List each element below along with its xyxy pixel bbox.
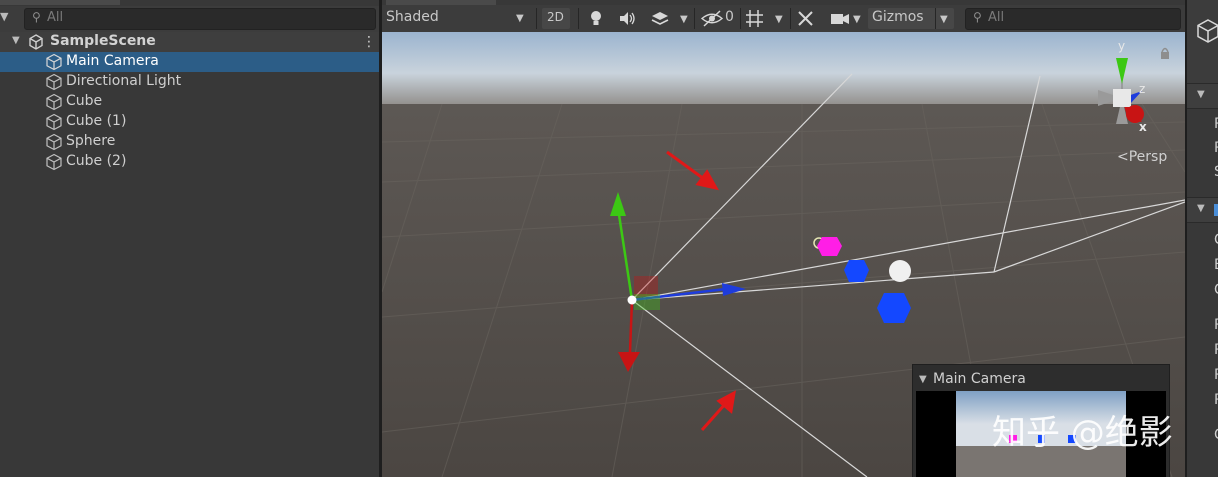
- hierarchy-item-main-camera[interactable]: Main Camera: [0, 52, 380, 72]
- gameobject-cube-icon: [46, 153, 62, 171]
- hierarchy-search-input[interactable]: ⚲ All: [24, 8, 376, 30]
- scene-view: Shaded ▼ 2D ▼ 0 ▼ ▼ Gizmos ▼ ⚲ All y z x…: [382, 0, 1185, 477]
- toggle-2d-button[interactable]: 2D: [542, 8, 570, 29]
- toggle-2d-label: 2D: [547, 10, 564, 24]
- hierarchy-item-label: Sphere: [66, 133, 116, 149]
- scene-toolbar: Shaded ▼ 2D ▼ 0 ▼ ▼ Gizmos ▼ ⚲ All: [382, 5, 1185, 32]
- inspector-field-label: P: [1214, 317, 1218, 333]
- hierarchy-item-label: Directional Light: [66, 73, 182, 89]
- grid-snap-icon[interactable]: [744, 8, 766, 29]
- tools-wrench-icon[interactable]: [795, 8, 817, 29]
- inspector-field-label: P: [1214, 140, 1218, 156]
- search-icon: ⚲: [32, 10, 41, 24]
- gameobject-cube-icon: [46, 113, 62, 131]
- inspector-field-label: C: [1214, 427, 1218, 443]
- scene-search-input[interactable]: ⚲ All: [965, 8, 1181, 30]
- toolbar-divider: [694, 8, 695, 29]
- skybox: [382, 32, 1185, 107]
- search-placeholder: All: [47, 10, 64, 25]
- draw-mode-label: Shaded: [386, 9, 439, 25]
- hierarchy-item-label: Cube (1): [66, 113, 127, 129]
- camera-component-icon: [1214, 204, 1218, 216]
- inspector-panel: ▼ P P S ▼ C E C P P P P C: [1185, 0, 1218, 477]
- camera-preview-title: Main Camera: [933, 371, 1026, 387]
- inspector-field-label: C: [1214, 282, 1218, 298]
- inspector-field-label: P: [1214, 367, 1218, 383]
- axis-y-label: y: [1118, 39, 1126, 53]
- gameobject-cube-icon: [46, 133, 62, 151]
- inspector-field-label: C: [1214, 232, 1218, 248]
- camera-section-header[interactable]: ▼: [1187, 197, 1218, 223]
- inspector-field-label: S: [1214, 164, 1218, 180]
- inspector-header: [1187, 0, 1218, 83]
- hierarchy-item-label: Cube (2): [66, 153, 127, 169]
- hierarchy-item-label: Main Camera: [66, 53, 159, 69]
- toolbar-divider: [740, 8, 741, 29]
- axis-z-label: z: [1139, 82, 1146, 96]
- hierarchy-item-cube[interactable]: Cube: [0, 92, 380, 112]
- gameobject-cube-icon: [46, 93, 62, 111]
- scene-menu-icon[interactable]: ⋮: [362, 34, 376, 50]
- cube-magenta: [817, 237, 842, 256]
- cube-blue-small: [844, 260, 869, 282]
- hierarchy-item-cube-2[interactable]: Cube (2): [0, 152, 380, 172]
- scene-name: SampleScene: [50, 33, 156, 49]
- grid-dropdown-icon[interactable]: ▼: [775, 14, 783, 25]
- inspector-field-label: P: [1214, 116, 1218, 132]
- create-dropdown-caret-icon[interactable]: ▼: [0, 10, 12, 28]
- toolbar-divider: [935, 8, 936, 29]
- gameobject-cube-icon: [46, 73, 62, 91]
- cube-blue-large: [877, 293, 911, 323]
- search-placeholder: All: [988, 10, 1005, 25]
- unity-scene-icon: [29, 34, 43, 50]
- transform-section-header[interactable]: ▼: [1187, 83, 1218, 109]
- camera-dropdown-icon[interactable]: ▼: [853, 14, 861, 25]
- hidden-count: 0: [725, 9, 734, 25]
- gizmos-label: Gizmos: [872, 9, 924, 25]
- hierarchy-item-directional-light[interactable]: Directional Light: [0, 72, 380, 92]
- toolbar-divider: [536, 8, 537, 29]
- projection-toggle[interactable]: <Persp: [1117, 149, 1167, 165]
- hierarchy-item-label: Cube: [66, 93, 103, 109]
- chevron-down-icon: ▼: [516, 13, 524, 24]
- hierarchy-item-cube-1[interactable]: Cube (1): [0, 112, 380, 132]
- fold-arrow-icon[interactable]: ▼: [1197, 203, 1205, 214]
- camera-icon[interactable]: [829, 8, 851, 29]
- toolbar-divider: [578, 8, 579, 29]
- draw-mode-dropdown[interactable]: Shaded ▼: [382, 8, 530, 29]
- inspector-field-label: P: [1214, 342, 1218, 358]
- search-icon: ⚲: [973, 10, 982, 24]
- effects-layers-icon[interactable]: [649, 8, 671, 29]
- axis-x-label: x: [1139, 120, 1147, 134]
- inspector-field-label: E: [1214, 257, 1218, 273]
- audio-speaker-icon[interactable]: [617, 8, 637, 29]
- effects-dropdown-icon[interactable]: ▼: [680, 14, 688, 25]
- fold-arrow-icon[interactable]: ▼: [919, 374, 927, 385]
- fold-arrow-icon[interactable]: ▼: [1197, 89, 1205, 100]
- toolbar-divider: [790, 8, 791, 29]
- hierarchy-tab[interactable]: [0, 0, 120, 5]
- hierarchy-item-sphere[interactable]: Sphere: [0, 132, 380, 152]
- hidden-objects-eye-icon[interactable]: [700, 8, 724, 29]
- gameobject-cube-icon: [46, 53, 62, 71]
- sphere-white: [889, 260, 911, 282]
- hierarchy-panel: ▼ ⚲ All ▼ SampleScene ⋮ Main Camera Dire…: [0, 0, 380, 477]
- inspector-field-label: P: [1214, 392, 1218, 408]
- scene-header-row[interactable]: ▼ SampleScene ⋮: [0, 32, 380, 52]
- fold-arrow-icon[interactable]: ▼: [12, 35, 20, 46]
- gameobject-cube-icon: [1197, 19, 1218, 43]
- lighting-bulb-icon[interactable]: [586, 8, 606, 29]
- gizmos-dropdown-icon[interactable]: ▼: [940, 14, 948, 25]
- zhihu-watermark: 知乎 @绝影: [992, 413, 1173, 453]
